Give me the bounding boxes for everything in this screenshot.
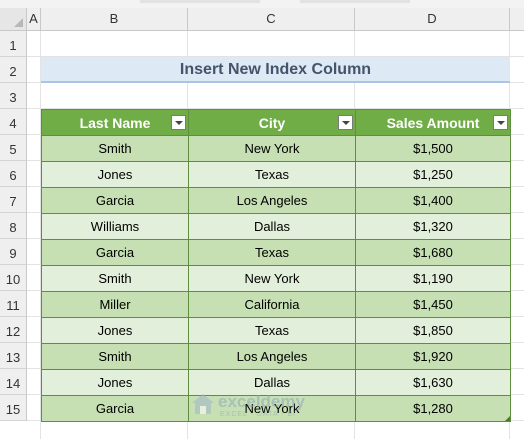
row-header[interactable]: 1 bbox=[0, 31, 27, 57]
header-sales-amount[interactable]: Sales Amount bbox=[355, 109, 511, 136]
table-row: Williams Dallas $1,320 bbox=[41, 213, 511, 240]
row-header[interactable]: 13 bbox=[0, 343, 27, 369]
cell-city[interactable]: Texas bbox=[188, 317, 356, 344]
cell-city[interactable]: California bbox=[188, 291, 356, 318]
cell-last-name[interactable]: Smith bbox=[41, 265, 189, 292]
select-all-button[interactable] bbox=[0, 8, 27, 31]
cell-sales-amount[interactable]: $1,320 bbox=[355, 213, 511, 240]
cell-sales-amount[interactable]: $1,190 bbox=[355, 265, 511, 292]
cell-last-name[interactable]: Jones bbox=[41, 161, 189, 188]
cell-sales-amount[interactable]: $1,630 bbox=[355, 369, 511, 396]
cell-last-name[interactable]: Jones bbox=[41, 317, 189, 344]
cell-city[interactable]: Texas bbox=[188, 161, 356, 188]
filter-dropdown-icon[interactable] bbox=[171, 115, 186, 130]
filter-dropdown-icon[interactable] bbox=[493, 115, 508, 130]
row-header[interactable]: 2 bbox=[0, 57, 27, 83]
cell-city[interactable]: Los Angeles bbox=[188, 343, 356, 370]
column-header-a[interactable]: A bbox=[27, 8, 41, 31]
row-header[interactable]: 3 bbox=[0, 83, 27, 109]
cell-city[interactable]: New York bbox=[188, 265, 356, 292]
ribbon-edge bbox=[0, 0, 524, 8]
column-header-c[interactable]: C bbox=[188, 8, 355, 31]
cell-sales-amount[interactable]: $1,850 bbox=[355, 317, 511, 344]
sheet-title: Insert New Index Column bbox=[41, 57, 510, 83]
table-row: Garcia Los Angeles $1,400 bbox=[41, 187, 511, 214]
cell-last-name[interactable]: Williams bbox=[41, 213, 189, 240]
cell-last-name[interactable]: Miller bbox=[41, 291, 189, 318]
cell-last-name[interactable]: Garcia bbox=[41, 239, 189, 266]
header-city[interactable]: City bbox=[188, 109, 356, 136]
row-header[interactable]: 15 bbox=[0, 395, 27, 421]
column-header-e[interactable] bbox=[510, 8, 524, 31]
header-last-name[interactable]: Last Name bbox=[41, 109, 189, 136]
cell-sales-amount[interactable]: $1,500 bbox=[355, 135, 511, 162]
header-last-name-label: Last Name bbox=[79, 114, 151, 131]
cell-last-name[interactable]: Jones bbox=[41, 369, 189, 396]
select-all-triangle-icon bbox=[14, 18, 23, 27]
filter-dropdown-icon[interactable] bbox=[338, 115, 353, 130]
row-header[interactable]: 12 bbox=[0, 317, 27, 343]
table-row: Jones Dallas $1,630 bbox=[41, 369, 511, 396]
table-row: Miller California $1,450 bbox=[41, 291, 511, 318]
cell-last-name[interactable]: Garcia bbox=[41, 395, 189, 422]
cell-city[interactable]: Dallas bbox=[188, 213, 356, 240]
table-row: Garcia New York $1,280 bbox=[41, 395, 511, 422]
row-header[interactable]: 9 bbox=[0, 239, 27, 265]
table-row: Smith New York $1,190 bbox=[41, 265, 511, 292]
cell-last-name[interactable]: Smith bbox=[41, 135, 189, 162]
sales-table: Last Name City Sales Amount Smith New Yor… bbox=[41, 109, 511, 422]
table-header-row: Last Name City Sales Amount bbox=[41, 109, 511, 136]
table-row: Jones Texas $1,850 bbox=[41, 317, 511, 344]
table-row: Garcia Texas $1,680 bbox=[41, 239, 511, 266]
row-header[interactable]: 5 bbox=[0, 135, 27, 161]
table-row: Smith New York $1,500 bbox=[41, 135, 511, 162]
cell-city[interactable]: Los Angeles bbox=[188, 187, 356, 214]
row-header[interactable]: 7 bbox=[0, 187, 27, 213]
row-header[interactable]: 14 bbox=[0, 369, 27, 395]
column-header-b[interactable]: B bbox=[41, 8, 188, 31]
cell-city[interactable]: Texas bbox=[188, 239, 356, 266]
header-sales-amount-label: Sales Amount bbox=[386, 114, 480, 131]
cell-city[interactable]: Dallas bbox=[188, 369, 356, 396]
table-row: Smith Los Angeles $1,920 bbox=[41, 343, 511, 370]
header-city-label: City bbox=[258, 114, 286, 131]
cell-sales-amount[interactable]: $1,680 bbox=[355, 239, 511, 266]
table-resize-handle[interactable] bbox=[505, 416, 510, 421]
column-header-d[interactable]: D bbox=[355, 8, 510, 31]
cell-city[interactable]: New York bbox=[188, 135, 356, 162]
cell-sales-amount[interactable]: $1,920 bbox=[355, 343, 511, 370]
row-header[interactable]: 4 bbox=[0, 109, 27, 135]
row-header[interactable]: 8 bbox=[0, 213, 27, 239]
cell-city[interactable]: New York bbox=[188, 395, 356, 422]
cell-sales-amount[interactable]: $1,280 bbox=[355, 395, 511, 422]
cell-sales-amount[interactable]: $1,450 bbox=[355, 291, 511, 318]
cell-last-name[interactable]: Smith bbox=[41, 343, 189, 370]
cell-sales-amount[interactable]: $1,400 bbox=[355, 187, 511, 214]
row-header[interactable]: 6 bbox=[0, 161, 27, 187]
spreadsheet: A B C D 1 2 3 4 5 6 7 8 9 10 11 12 13 14 15 Insert New… bbox=[0, 0, 524, 439]
row-header[interactable]: 11 bbox=[0, 291, 27, 317]
row-header[interactable]: 10 bbox=[0, 265, 27, 291]
cell-sales-amount[interactable]: $1,250 bbox=[355, 161, 511, 188]
cell-last-name[interactable]: Garcia bbox=[41, 187, 189, 214]
table-row: Jones Texas $1,250 bbox=[41, 161, 511, 188]
